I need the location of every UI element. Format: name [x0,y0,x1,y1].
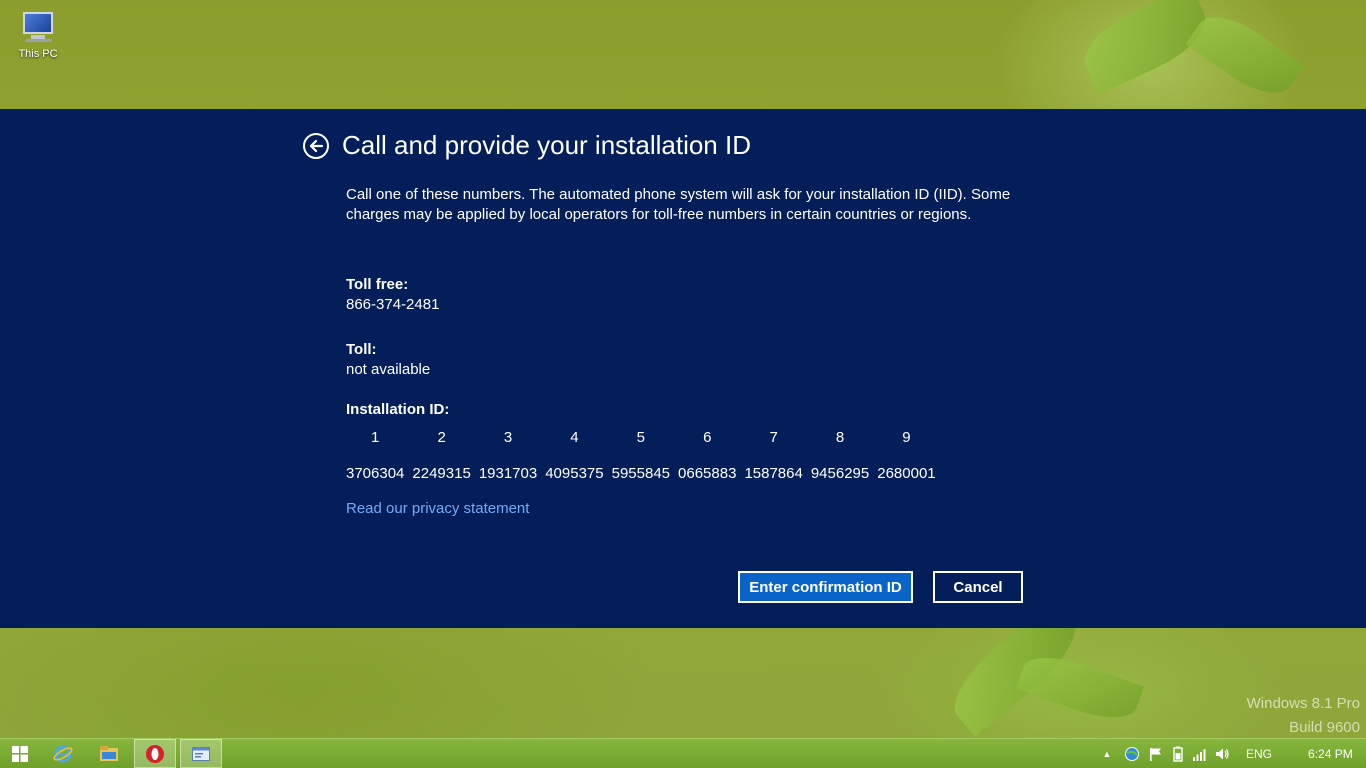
start-button[interactable] [4,739,36,768]
taskbar-activation-window[interactable] [180,739,222,768]
wallpaper-leaf [1185,2,1305,108]
privacy-statement-link[interactable]: Read our privacy statement [346,500,529,517]
iid-group-value: 4095375 [545,465,604,482]
action-center-flag-icon[interactable] [1148,746,1164,762]
this-pc-desktop-icon[interactable]: This PC [8,10,68,60]
iid-value-row: 3706304 2249315 1931703 4095375 5955845 … [342,448,940,484]
iid-group-value: 5955845 [611,465,671,482]
iid-column-number: 1 [371,428,380,446]
computer-icon [17,10,59,44]
opera-icon [146,744,164,763]
taskbar-internet-explorer[interactable] [44,739,82,768]
windows-version-watermark: Windows 8.1 Pro Build 9600 [1247,692,1360,740]
system-tray: ▲ ENG 6:24 PM [1100,739,1353,768]
iid-group-value: 1587864 [744,465,803,482]
internet-explorer-icon [53,745,73,762]
show-hidden-icons-chevron-icon[interactable]: ▲ [1100,749,1114,759]
installation-id-label: Installation ID: [346,401,450,418]
toll-label: Toll: [346,341,377,358]
iid-column-number: 2 [437,428,446,446]
iid-column-number: 9 [902,428,911,446]
iid-group-value: 9456295 [810,465,870,482]
iid-group-value: 2680001 [877,465,936,482]
clock-time[interactable]: 6:24 PM [1308,747,1353,761]
enter-confirmation-id-button[interactable]: Enter confirmation ID [738,571,913,603]
page-title: Call and provide your installation ID [342,130,751,160]
iid-column-number: 3 [503,428,513,446]
iid-group-value: 3706304 [346,465,405,482]
input-language-indicator[interactable]: ENG [1246,747,1272,761]
window-app-icon [192,746,210,761]
toll-number: not available [346,361,431,378]
wallpaper-leaf [1015,645,1145,730]
back-button[interactable] [303,133,329,159]
iid-column-number: 8 [835,428,845,446]
iid-group-value: 1931703 [478,465,538,482]
desktop-icon-label: This PC [18,48,58,60]
iid-column-number: 6 [703,428,712,446]
instructions-text: Call one of these numbers. The automated… [346,186,1011,223]
iid-column-header-row: 1 2 3 4 5 6 7 8 9 [342,426,940,448]
iid-column-number: 5 [636,428,645,446]
iid-group-value: 2249315 [412,465,471,482]
toll-free-number: 866-374-2481 [346,296,440,313]
installation-id-table: 1 2 3 4 5 6 7 8 9 3706304 2249315 193170… [342,426,940,484]
folder-icon [100,745,118,761]
watermark-edition: Windows 8.1 Pro [1246,695,1360,712]
volume-speaker-icon[interactable] [1214,746,1230,762]
windows-logo-icon [12,745,28,762]
toll-free-label: Toll free: [346,276,409,293]
iid-column-number: 4 [570,428,579,446]
cancel-button[interactable]: Cancel [933,571,1023,603]
taskbar-file-explorer[interactable] [90,739,128,768]
watermark-build: Build 9600 [1289,719,1360,736]
taskbar-opera[interactable] [134,739,176,768]
signal-strength-icon[interactable] [1192,746,1208,762]
battery-icon[interactable] [1170,746,1186,762]
taskbar: ▲ ENG 6:24 PM [0,738,1366,768]
network-globe-icon[interactable] [1124,746,1140,762]
iid-column-number: 7 [769,428,778,446]
iid-group-value: 0665883 [678,465,737,482]
back-arrow-icon [309,139,323,153]
